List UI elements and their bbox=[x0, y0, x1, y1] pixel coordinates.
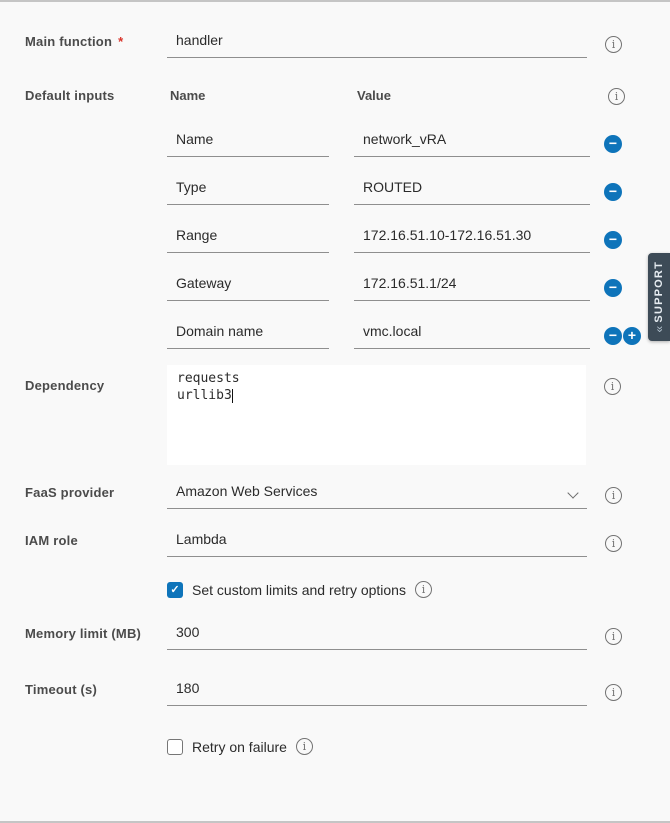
remove-row-button[interactable]: − bbox=[604, 231, 622, 249]
input-name-field[interactable]: Domain name bbox=[167, 323, 329, 349]
default-input-row: Gateway 172.16.51.1/24 − bbox=[167, 275, 670, 301]
retry-on-failure-label: Retry on failure bbox=[192, 739, 287, 755]
faas-provider-select[interactable]: Amazon Web Services bbox=[167, 483, 587, 509]
input-value-field[interactable]: vmc.local bbox=[354, 323, 590, 349]
default-inputs-label: Default inputs bbox=[25, 88, 167, 103]
faas-provider-row: FaaS provider Amazon Web Services i bbox=[25, 483, 670, 509]
main-function-label-text: Main function bbox=[25, 34, 112, 49]
info-icon[interactable]: i bbox=[605, 535, 622, 552]
name-column-header: Name bbox=[167, 88, 354, 103]
function-config-form: Main function * handler i Default inputs … bbox=[0, 32, 670, 755]
info-icon[interactable]: i bbox=[605, 628, 622, 645]
default-input-row: Domain name vmc.local − + bbox=[167, 323, 670, 349]
main-function-row: Main function * handler i bbox=[25, 32, 670, 58]
timeout-input[interactable]: 180 bbox=[167, 680, 587, 706]
remove-row-button[interactable]: − bbox=[604, 327, 622, 345]
info-icon[interactable]: i bbox=[605, 36, 622, 53]
input-value-field[interactable]: 172.16.51.1/24 bbox=[354, 275, 590, 301]
memory-limit-row: Memory limit (MB) 300 i bbox=[25, 624, 670, 650]
chevron-down-icon bbox=[567, 487, 578, 498]
add-row-button[interactable]: + bbox=[623, 327, 641, 345]
remove-row-button[interactable]: − bbox=[604, 135, 622, 153]
timeout-row: Timeout (s) 180 i bbox=[25, 680, 670, 706]
default-inputs-header-row: Default inputs Name Value i bbox=[25, 88, 670, 105]
remove-row-button[interactable]: − bbox=[604, 183, 622, 201]
iam-role-label: IAM role bbox=[25, 533, 167, 557]
custom-limits-checkbox[interactable]: ✓ bbox=[167, 582, 183, 598]
input-value-field[interactable]: ROUTED bbox=[354, 179, 590, 205]
input-name-field[interactable]: Range bbox=[167, 227, 329, 253]
input-value-field[interactable]: 172.16.51.10-172.16.51.30 bbox=[354, 227, 590, 253]
custom-limits-label: Set custom limits and retry options bbox=[192, 582, 406, 598]
support-tab-label: SUPPORT bbox=[653, 261, 665, 323]
input-value-field[interactable]: network_vRA bbox=[354, 131, 590, 157]
input-name-field[interactable]: Type bbox=[167, 179, 329, 205]
info-icon[interactable]: i bbox=[605, 487, 622, 504]
info-icon[interactable]: i bbox=[604, 378, 621, 395]
dependency-textarea[interactable]: requestsurllib3 bbox=[167, 365, 586, 465]
support-tab[interactable]: « SUPPORT bbox=[648, 253, 670, 341]
input-name-field[interactable]: Name bbox=[167, 131, 329, 157]
custom-limits-row: ✓ Set custom limits and retry options i bbox=[167, 581, 670, 598]
input-name-field[interactable]: Gateway bbox=[167, 275, 329, 301]
info-icon[interactable]: i bbox=[605, 684, 622, 701]
main-function-input[interactable]: handler bbox=[167, 32, 587, 58]
memory-limit-input[interactable]: 300 bbox=[167, 624, 587, 650]
retry-on-failure-row: Retry on failure i bbox=[167, 738, 670, 755]
dependency-row: Dependency requestsurllib3 i bbox=[25, 365, 670, 465]
faas-provider-label: FaaS provider bbox=[25, 485, 167, 509]
default-input-row: Range 172.16.51.10-172.16.51.30 − bbox=[167, 227, 670, 253]
info-icon[interactable]: i bbox=[415, 581, 432, 598]
support-tab-text: « SUPPORT bbox=[652, 261, 666, 333]
dependency-line: requests bbox=[177, 370, 576, 387]
timeout-label: Timeout (s) bbox=[25, 682, 167, 706]
iam-role-input[interactable]: Lambda bbox=[167, 531, 587, 557]
retry-on-failure-checkbox[interactable] bbox=[167, 739, 183, 755]
info-icon[interactable]: i bbox=[608, 88, 625, 105]
default-input-row: Name network_vRA − bbox=[167, 131, 670, 157]
iam-role-row: IAM role Lambda i bbox=[25, 531, 670, 557]
value-column-header: Value bbox=[354, 88, 590, 103]
dependency-label: Dependency bbox=[25, 365, 167, 402]
faas-provider-value: Amazon Web Services bbox=[176, 483, 317, 499]
dependency-line: urllib3 bbox=[177, 387, 232, 404]
info-icon[interactable]: i bbox=[296, 738, 313, 755]
collapse-chevron-icon: « bbox=[652, 326, 666, 333]
remove-row-button[interactable]: − bbox=[604, 279, 622, 297]
text-cursor bbox=[232, 389, 233, 403]
main-function-label: Main function * bbox=[25, 34, 167, 58]
required-asterisk: * bbox=[118, 34, 123, 49]
memory-limit-label: Memory limit (MB) bbox=[25, 626, 167, 650]
default-input-row: Type ROUTED − bbox=[167, 179, 670, 205]
